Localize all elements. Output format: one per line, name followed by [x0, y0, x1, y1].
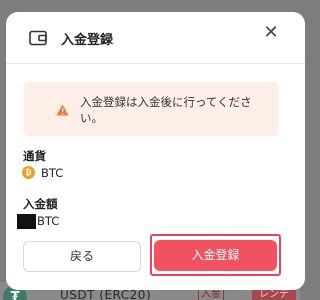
modal-header: 入金登録 ✕	[6, 12, 305, 64]
notice-text: 入金登録は入金後に行ってください。	[80, 95, 252, 125]
redacted-amount	[17, 214, 36, 229]
wallet-icon	[29, 30, 47, 46]
back-button[interactable]: 戻る	[23, 241, 141, 272]
amount-value: BTC	[37, 214, 60, 228]
amount-label: 入金額	[23, 197, 58, 211]
btc-icon: ₿	[22, 166, 35, 179]
currency-value: BTC	[41, 166, 64, 180]
submit-deposit-button[interactable]: 入金登録	[154, 240, 277, 271]
notice-banner: 入金登録は入金後に行ってください。	[24, 82, 279, 136]
currency-label: 通貨	[23, 149, 46, 163]
close-icon[interactable]: ✕	[263, 24, 279, 42]
modal-title: 入金登録	[61, 33, 114, 48]
deposit-registration-modal: 入金登録 ✕ 入金登録は入金後に行ってください。 通貨 ₿ BTC 入金額 BT…	[6, 12, 305, 290]
warning-icon	[56, 104, 69, 116]
